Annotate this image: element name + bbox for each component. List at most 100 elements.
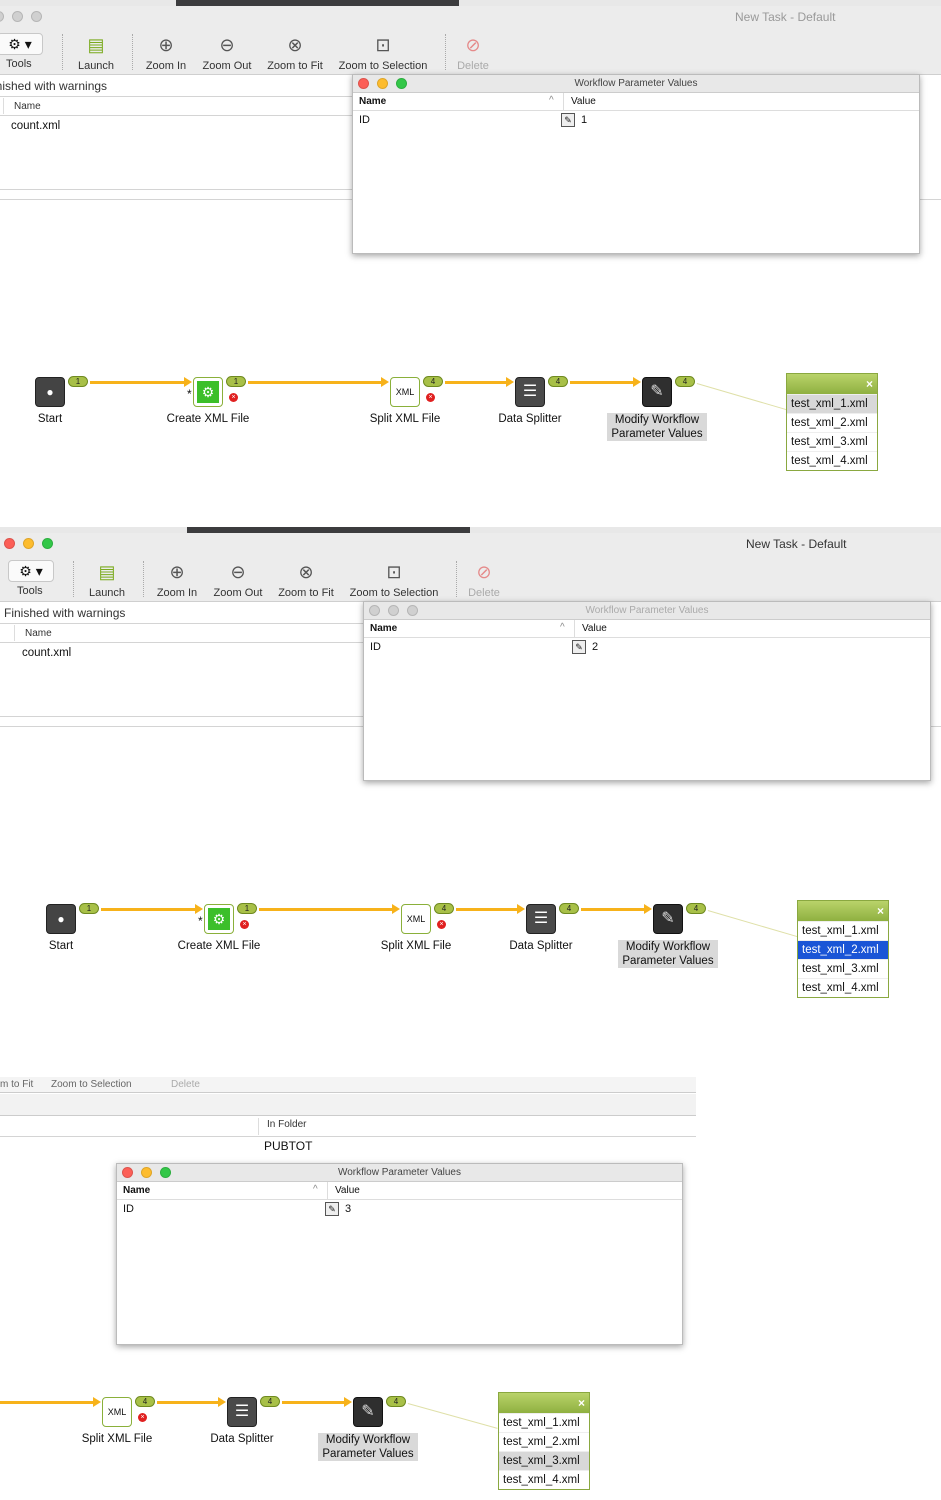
dialog-table-row[interactable]: ID ✎ 3 [117, 1200, 682, 1220]
file-list-item[interactable]: test_xml_3.xml [499, 1451, 589, 1470]
dialog-minimize-button[interactable] [377, 78, 388, 89]
node-splitter[interactable]: ☰ [227, 1397, 257, 1427]
sort-ascending-icon[interactable]: ^ [549, 95, 554, 106]
zoom-selection-button[interactable]: ⊡ Zoom to Selection [344, 555, 444, 601]
port-count-badge: 1 [68, 376, 88, 387]
window-zoom-button[interactable] [42, 538, 53, 549]
window-minimize-button[interactable] [23, 538, 34, 549]
file-list-item[interactable]: test_xml_2.xml [787, 413, 877, 432]
results-row[interactable]: count.xml [11, 120, 60, 132]
tools-label: Tools [17, 585, 43, 597]
dialog-table-row[interactable]: ID ✎ 1 [353, 111, 919, 131]
close-list-icon[interactable]: × [877, 904, 884, 918]
file-list-item[interactable]: test_xml_1.xml [787, 394, 877, 413]
node-splitter[interactable]: ☰ [515, 377, 545, 407]
window-minimize-button[interactable] [12, 11, 23, 22]
node-label-start: Start [37, 413, 63, 425]
dialog-minimize-button[interactable] [141, 1167, 152, 1178]
delete-button[interactable]: Delete [171, 1079, 200, 1090]
node-modify[interactable]: ✎ [653, 904, 683, 934]
dialog-table-row[interactable]: ID ✎ 2 [364, 638, 930, 658]
column-header-name[interactable]: Name [359, 96, 386, 107]
node-split[interactable]: XML [401, 904, 431, 934]
dialog-close-button[interactable] [122, 1167, 133, 1178]
zoom-fit-icon: ⊗ [287, 35, 303, 55]
dialog-close-button[interactable] [369, 605, 380, 616]
delete-button[interactable]: ⊘ Delete [434, 555, 534, 601]
folder-column-header[interactable]: In Folder [267, 1119, 306, 1130]
window-close-button[interactable] [4, 538, 15, 549]
zoom-to-fit-button[interactable]: m to Fit [0, 1079, 33, 1090]
file-list-item[interactable]: test_xml_3.xml [787, 432, 877, 451]
file-list-item[interactable]: test_xml_4.xml [499, 1470, 589, 1489]
sort-ascending-icon[interactable]: ^ [560, 622, 565, 633]
zoom-selection-label: Zoom to Selection [349, 587, 439, 599]
toolbar: ⚙ ▾ Tools ▤ Launch ⊕ Zoom In ⊖ Zoom Out ⊗ Zoom to… [0, 555, 941, 602]
dialog-zoom-button[interactable] [396, 78, 407, 89]
delete-button[interactable]: ⊘ Delete [423, 28, 523, 74]
results-header-name[interactable]: Name [25, 628, 52, 639]
zoom-to-selection-button[interactable]: Zoom to Selection [51, 1079, 132, 1090]
zoom-selection-button[interactable]: ⊡ Zoom to Selection [333, 28, 433, 74]
edit-value-icon[interactable]: ✎ [572, 640, 586, 654]
node-split[interactable]: XML [390, 377, 420, 407]
file-list-item[interactable]: test_xml_1.xml [798, 921, 888, 940]
close-list-icon[interactable]: × [578, 1396, 585, 1410]
connection-arrow [456, 904, 525, 914]
window-title: New Task - Default [735, 10, 836, 24]
file-list-item[interactable]: test_xml_3.xml [798, 959, 888, 978]
folder-value[interactable]: PUBTOT [264, 1139, 312, 1153]
param-value[interactable]: 1 [581, 114, 587, 126]
dialog-zoom-button[interactable] [160, 1167, 171, 1178]
column-header-name[interactable]: Name [123, 1185, 150, 1196]
split-icon: XML [395, 387, 415, 397]
param-value[interactable]: 3 [345, 1203, 351, 1215]
create-icon: ⚙ [197, 381, 219, 403]
tools-menu-button[interactable]: ⚙ ▾ [8, 560, 54, 582]
window-close-button[interactable] [0, 11, 4, 22]
sort-ascending-icon[interactable]: ^ [313, 1184, 318, 1195]
divider [0, 96, 352, 97]
column-header-value[interactable]: Value [335, 1185, 360, 1196]
file-list-item[interactable]: test_xml_1.xml [499, 1413, 589, 1432]
column-header-value[interactable]: Value [571, 96, 596, 107]
column-header-value[interactable]: Value [582, 623, 607, 634]
connection-arrow [90, 377, 192, 387]
close-list-icon[interactable]: × [866, 377, 873, 391]
file-list-item[interactable]: test_xml_2.xml [798, 940, 888, 959]
file-list-item[interactable]: test_xml_4.xml [787, 451, 877, 470]
node-modify[interactable]: ✎ [353, 1397, 383, 1427]
connection-arrow [445, 377, 514, 387]
node-modify[interactable]: ✎ [642, 377, 672, 407]
edit-value-icon[interactable]: ✎ [325, 1202, 339, 1216]
divider [0, 115, 352, 116]
window-titlebar: New Task - Default [0, 6, 941, 28]
asterisk-icon: * [187, 387, 192, 401]
node-create[interactable]: ⚙ [204, 904, 234, 934]
file-list-item[interactable]: test_xml_2.xml [499, 1432, 589, 1451]
output-file-list: × test_xml_1.xml test_xml_2.xml test_xml_3.… [786, 373, 878, 471]
node-splitter[interactable]: ☰ [526, 904, 556, 934]
node-start[interactable]: ● [35, 377, 65, 407]
results-header-name[interactable]: Name [14, 101, 41, 112]
dialog-minimize-button[interactable] [388, 605, 399, 616]
create-icon: ⚙ [208, 908, 230, 930]
output-connector-line [407, 1403, 498, 1429]
zoom-fit-button[interactable]: ⊗ Zoom to Fit [245, 28, 345, 74]
start-icon: ● [46, 385, 54, 399]
tools-menu-button[interactable]: ⚙ ▾ [0, 33, 43, 55]
column-header-name[interactable]: Name [370, 623, 397, 634]
file-list-item[interactable]: test_xml_4.xml [798, 978, 888, 997]
node-split[interactable]: XML [102, 1397, 132, 1427]
zoom-fit-button[interactable]: ⊗ Zoom to Fit [256, 555, 356, 601]
launch-icon: ▤ [87, 35, 105, 55]
node-start[interactable]: ● [46, 904, 76, 934]
dialog-zoom-button[interactable] [407, 605, 418, 616]
dialog-close-button[interactable] [358, 78, 369, 89]
param-value[interactable]: 2 [592, 641, 598, 653]
edit-value-icon[interactable]: ✎ [561, 113, 575, 127]
results-row[interactable]: count.xml [22, 647, 71, 659]
node-create[interactable]: ⚙ [193, 377, 223, 407]
dialog-titlebar: Workflow Parameter Values [353, 75, 919, 93]
window-zoom-button[interactable] [31, 11, 42, 22]
